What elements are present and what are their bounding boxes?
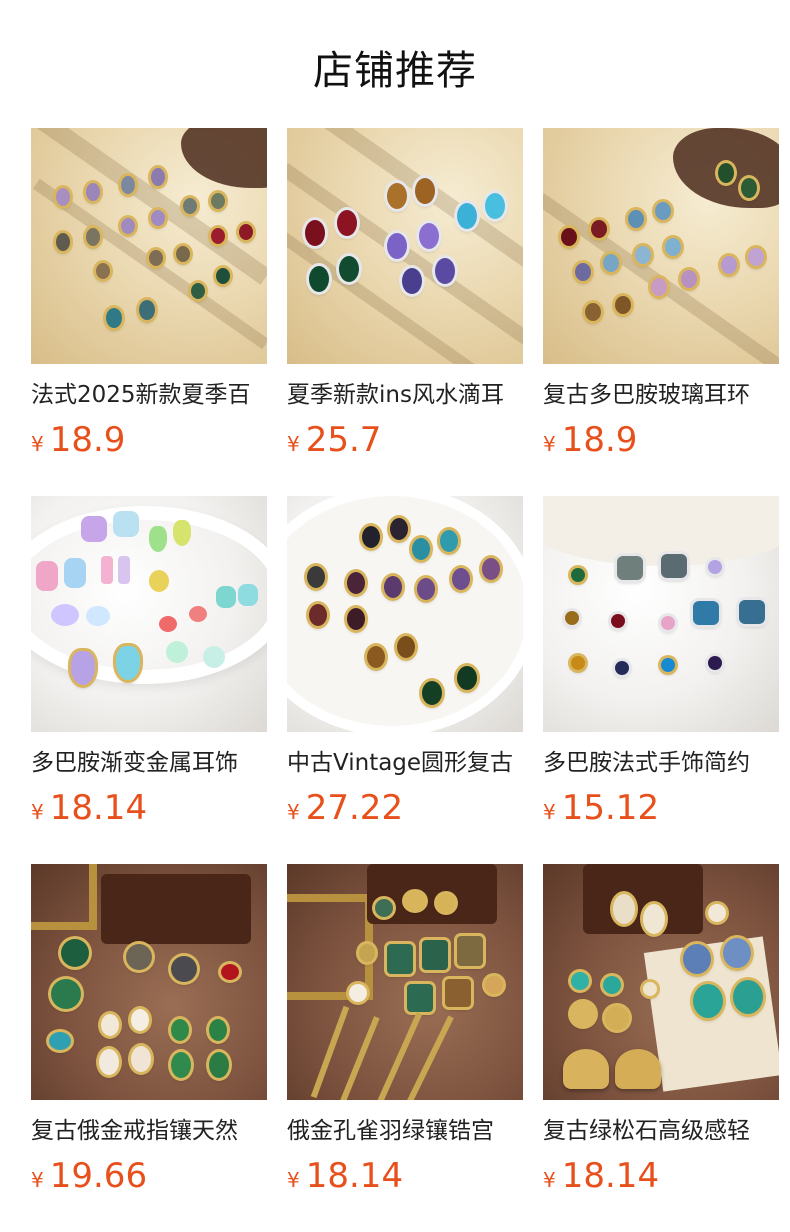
product-image[interactable] <box>31 496 267 732</box>
currency-symbol: ¥ <box>543 432 556 456</box>
product-price: ¥25.7 <box>287 420 523 460</box>
product-name[interactable]: 多巴胺渐变金属耳饰 <box>31 748 267 778</box>
price-value: 27.22 <box>305 788 404 828</box>
price-value: 18.9 <box>561 420 638 460</box>
product-card[interactable]: 夏季新款ins风水滴耳 ¥25.7 <box>287 128 523 496</box>
price-value: 18.14 <box>49 788 148 828</box>
product-name[interactable]: 法式2025新款夏季百 <box>31 380 267 410</box>
currency-symbol: ¥ <box>287 432 300 456</box>
product-price: ¥15.12 <box>543 788 779 828</box>
product-grid: 法式2025新款夏季百 ¥18.9 夏季新款ins风水滴耳 ¥25.7 复古多巴… <box>31 128 790 1232</box>
product-card[interactable]: 法式2025新款夏季百 ¥18.9 <box>31 128 267 496</box>
product-card[interactable]: 多巴胺渐变金属耳饰 ¥18.14 <box>31 496 267 864</box>
product-price: ¥27.22 <box>287 788 523 828</box>
product-card[interactable]: 俄金孔雀羽绿镶锆宫 ¥18.14 <box>287 864 523 1232</box>
currency-symbol: ¥ <box>31 1168 44 1192</box>
price-value: 18.14 <box>305 1156 404 1196</box>
product-image[interactable] <box>287 864 523 1100</box>
product-price: ¥18.14 <box>543 1156 779 1196</box>
product-price: ¥18.14 <box>31 788 267 828</box>
price-value: 25.7 <box>305 420 382 460</box>
product-image[interactable] <box>543 496 779 732</box>
product-image[interactable] <box>287 496 523 732</box>
currency-symbol: ¥ <box>31 800 44 824</box>
product-card[interactable]: 复古绿松石高级感轻 ¥18.14 <box>543 864 779 1232</box>
product-name[interactable]: 复古多巴胺玻璃耳环 <box>543 380 779 410</box>
product-name[interactable]: 复古绿松石高级感轻 <box>543 1116 779 1146</box>
price-value: 18.14 <box>561 1156 660 1196</box>
product-image[interactable] <box>31 864 267 1100</box>
currency-symbol: ¥ <box>287 1168 300 1192</box>
product-card[interactable]: 多巴胺法式手饰简约 ¥15.12 <box>543 496 779 864</box>
product-name[interactable]: 多巴胺法式手饰简约 <box>543 748 779 778</box>
product-card[interactable]: 复古俄金戒指镶天然 ¥19.66 <box>31 864 267 1232</box>
product-price: ¥18.14 <box>287 1156 523 1196</box>
product-image[interactable] <box>31 128 267 364</box>
product-image[interactable] <box>543 864 779 1100</box>
product-card[interactable]: 中古Vintage圆形复古 ¥27.22 <box>287 496 523 864</box>
product-name[interactable]: 中古Vintage圆形复古 <box>287 748 523 778</box>
currency-symbol: ¥ <box>287 800 300 824</box>
currency-symbol: ¥ <box>31 432 44 456</box>
currency-symbol: ¥ <box>543 1168 556 1192</box>
product-price: ¥18.9 <box>31 420 267 460</box>
product-name[interactable]: 俄金孔雀羽绿镶锆宫 <box>287 1116 523 1146</box>
page-title: 店铺推荐 <box>313 48 477 94</box>
product-price: ¥19.66 <box>31 1156 267 1196</box>
product-card[interactable]: 复古多巴胺玻璃耳环 ¥18.9 <box>543 128 779 496</box>
price-value: 19.66 <box>49 1156 148 1196</box>
currency-symbol: ¥ <box>543 800 556 824</box>
product-image[interactable] <box>287 128 523 364</box>
product-name[interactable]: 夏季新款ins风水滴耳 <box>287 380 523 410</box>
product-price: ¥18.9 <box>543 420 779 460</box>
price-value: 15.12 <box>561 788 660 828</box>
product-name[interactable]: 复古俄金戒指镶天然 <box>31 1116 267 1146</box>
product-image[interactable] <box>543 128 779 364</box>
price-value: 18.9 <box>49 420 126 460</box>
